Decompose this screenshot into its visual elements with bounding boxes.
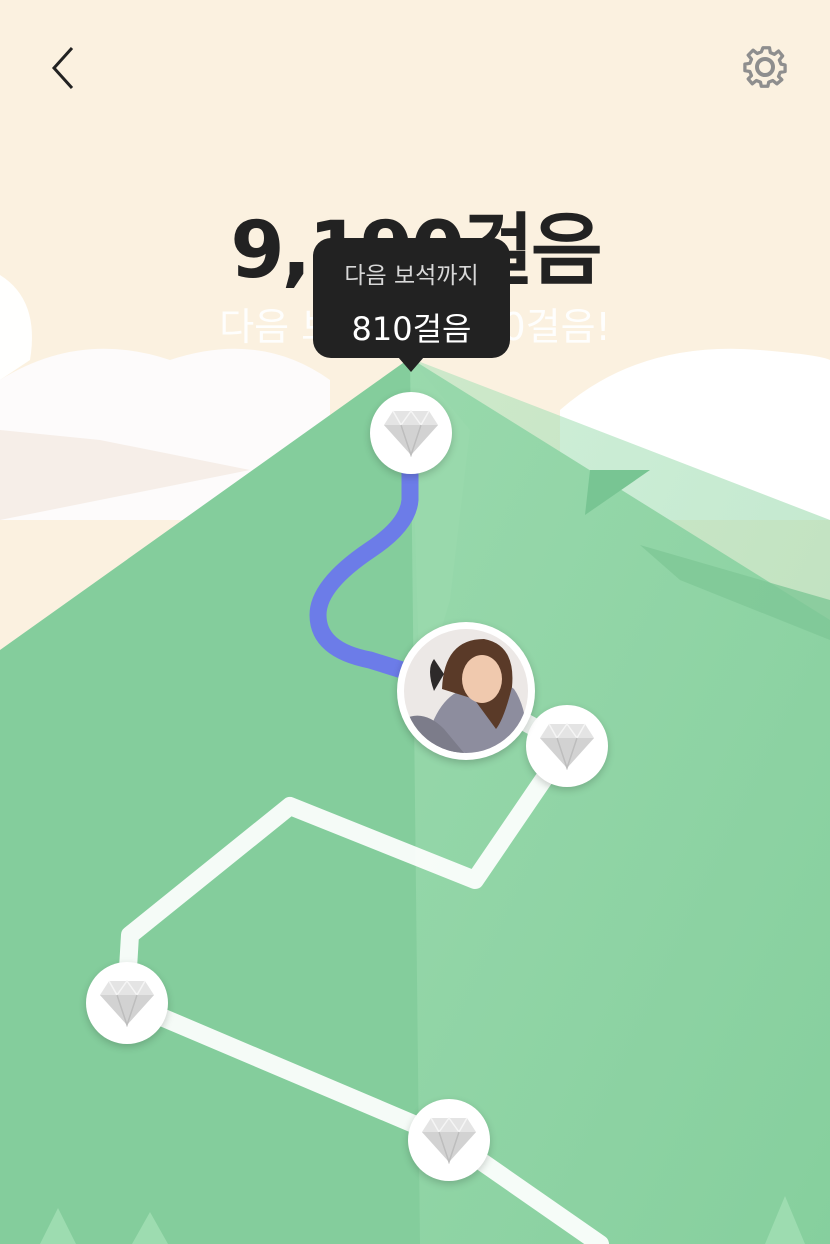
chevron-left-icon [51,46,74,90]
back-button[interactable] [40,40,92,96]
diamond-icon [540,722,594,770]
walking-map-screen: 9,190걸음 다음 보석까지 810걸음! 다음 보석까지 810걸음 [0,0,830,1244]
gem-marker[interactable] [370,392,452,474]
diamond-icon [422,1116,476,1164]
user-avatar[interactable] [397,622,535,760]
gem-marker[interactable] [408,1099,490,1181]
diamond-icon [100,979,154,1027]
tooltip-label: 다음 보석까지 [344,263,479,289]
next-gem-tooltip: 다음 보석까지 810걸음 [313,238,510,372]
avatar-photo-illustration [404,629,528,753]
gem-marker[interactable] [86,962,168,1044]
gear-icon [743,46,787,88]
tooltip-value: 810걸음 [351,310,472,348]
user-avatar-photo [404,629,528,753]
gem-marker[interactable] [526,705,608,787]
diamond-icon [384,409,438,457]
settings-button[interactable] [736,38,794,96]
mountain-background [0,0,830,1244]
